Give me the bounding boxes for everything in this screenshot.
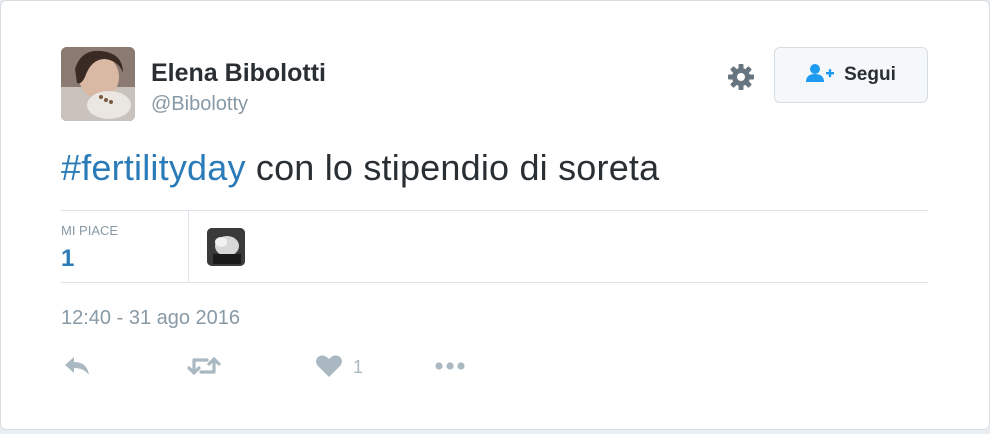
follow-person-icon — [806, 63, 835, 88]
reply-icon[interactable] — [63, 353, 91, 384]
heart-icon[interactable] — [315, 353, 343, 384]
tweet-card: Elena Bibolotti @Bibolotty Segui #fertil… — [0, 0, 990, 430]
like-count[interactable]: 1 — [353, 357, 363, 378]
gear-icon[interactable] — [725, 61, 757, 93]
stats-top-divider — [61, 210, 928, 211]
hashtag-link[interactable]: #fertilityday — [61, 147, 246, 188]
author-avatar[interactable] — [61, 47, 135, 121]
author-name[interactable]: Elena Bibolotti — [151, 59, 326, 88]
avatar-image — [61, 47, 135, 121]
likes-stat-value[interactable]: 1 — [61, 245, 74, 273]
author-handle[interactable]: @Bibolotty — [151, 93, 248, 116]
tweet-text: #fertilityday con lo stipendio di soreta — [61, 147, 659, 189]
liker-avatar[interactable] — [207, 228, 245, 266]
follow-button-label: Segui — [844, 64, 896, 85]
likes-stat-label: MI PIACE — [61, 223, 119, 238]
retweet-icon[interactable] — [187, 353, 221, 384]
follow-button[interactable]: Segui — [774, 47, 928, 103]
stats-vertical-divider — [188, 211, 189, 283]
more-icon[interactable] — [433, 353, 467, 384]
tweet-body: con lo stipendio di soreta — [245, 147, 660, 188]
stats-bottom-divider — [61, 282, 928, 283]
tweet-timestamp[interactable]: 12:40 - 31 ago 2016 — [61, 307, 240, 330]
